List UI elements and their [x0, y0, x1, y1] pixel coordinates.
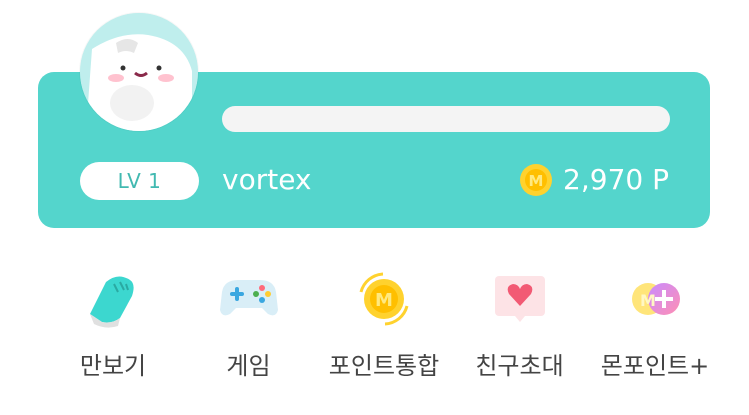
menu-label: 친구초대: [475, 352, 564, 380]
menu-item-monpoint-plus[interactable]: M 몬포인트+: [590, 262, 720, 382]
menu-label: 만보기: [79, 352, 147, 380]
progress-bar: [222, 106, 670, 132]
svg-text:M: M: [640, 291, 656, 310]
menu-label: 포인트통합: [328, 352, 440, 380]
points-value: 2,970 P: [563, 163, 669, 196]
m-coin-exchange-icon: M: [347, 262, 421, 336]
menu-item-invite[interactable]: 친구초대: [455, 262, 585, 382]
points-display[interactable]: M 2,970 P: [519, 160, 669, 200]
m-coin-icon: M: [520, 164, 553, 196]
menu-item-point-merge[interactable]: M 포인트통합: [319, 262, 449, 382]
svg-text:M: M: [375, 290, 393, 311]
character-avatar-icon: [80, 13, 198, 131]
menu-item-game[interactable]: 게임: [184, 262, 314, 382]
heart-message-icon: [483, 262, 557, 336]
svg-text:M: M: [529, 172, 544, 190]
avatar[interactable]: [80, 13, 198, 131]
menu-label: 게임: [226, 352, 271, 380]
menu-item-pedometer[interactable]: 만보기: [48, 262, 178, 382]
m-plus-icon: M: [618, 262, 692, 336]
sneaker-icon: [76, 262, 150, 336]
username: vortex: [222, 163, 312, 196]
menu-bar: 만보기 게임 M 포인트통합 친구초대 M 몬포인트+: [48, 262, 720, 382]
gamepad-icon: [212, 262, 286, 336]
level-badge: LV 1: [80, 162, 199, 200]
menu-label: 몬포인트+: [600, 352, 710, 380]
